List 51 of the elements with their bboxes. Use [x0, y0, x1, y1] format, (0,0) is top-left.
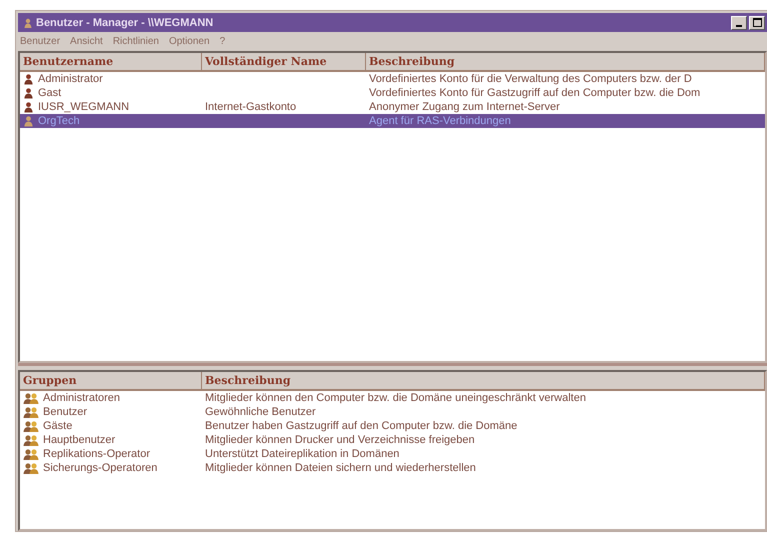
- group-icon: [23, 392, 39, 404]
- user-row[interactable]: Administrator Vordefiniertes Konto für die Verwaltung des Computers bzw. der D: [20, 72, 765, 86]
- group-description: Benutzer haben Gastzugriff auf den Computer bzw. die Domäne: [205, 420, 518, 432]
- group-description: Unterstützt Dateireplikation in Domänen: [205, 448, 400, 460]
- user-name: Administrator: [38, 73, 103, 85]
- group-name[interactable]: Gäste: [43, 420, 72, 432]
- group-description: Mitglieder können Dateien sichern und wiederherstellen: [205, 462, 476, 474]
- maximize-button[interactable]: [749, 16, 765, 30]
- user-row[interactable]: Gast Vordefiniertes Konto für Gastzugriff auf den Computer bzw. die Dom: [20, 86, 765, 100]
- menu-item[interactable]: ?: [220, 36, 226, 47]
- group-icon: [23, 434, 39, 446]
- user-row[interactable]: IUSR_WEGMANN Internet-Gastkonto Anonymer Zugang zum Internet-Server: [20, 100, 765, 114]
- group-name[interactable]: Benutzer: [43, 406, 88, 418]
- group-description: Mitglieder können Drucker und Verzeichnisse freigeben: [205, 434, 475, 446]
- user-name: Gast: [38, 87, 62, 99]
- group-description: Gewöhnliche Benutzer: [205, 406, 316, 418]
- user-description: Vordefiniertes Konto für Gastzugriff auf den Computer bzw. die Dom: [369, 87, 700, 99]
- minimize-icon: [736, 24, 742, 26]
- group-name[interactable]: Replikations-Operator: [43, 448, 150, 460]
- menu-item[interactable]: Benutzer: [20, 36, 60, 47]
- group-name[interactable]: Hauptbenutzer: [43, 434, 116, 446]
- user-icon: [23, 73, 34, 85]
- user-icon: [23, 115, 34, 127]
- column-header[interactable]: Beschreibung: [202, 372, 765, 389]
- group-description: Mitglieder können den Computer bzw. die Domäne uneingeschränkt verwalten: [205, 392, 586, 404]
- menu-item[interactable]: Optionen: [168, 36, 210, 47]
- column-header[interactable]: Vollständiger Name: [202, 53, 366, 70]
- user-name: IUSR_WEGMANN: [38, 101, 130, 113]
- column-header[interactable]: Benutzername: [20, 53, 202, 70]
- menu-item[interactable]: Richtlinien: [112, 36, 159, 47]
- column-header[interactable]: Gruppen: [20, 372, 202, 389]
- full-name: Internet-Gastkonto: [205, 101, 296, 113]
- window-title: Benutzer - Manager - \\WEGMANN: [36, 16, 214, 28]
- app-icon: [24, 18, 32, 28]
- menu-item[interactable]: Ansicht: [70, 36, 103, 47]
- group-name[interactable]: Administratoren: [43, 392, 120, 404]
- user-description: Agent für RAS-Verbindungen: [369, 115, 511, 127]
- user-description: Anonymer Zugang zum Internet-Server: [369, 101, 560, 113]
- group-icon: [23, 406, 39, 418]
- maximize-icon: [752, 18, 762, 27]
- user-icon: [23, 101, 34, 113]
- minimize-button[interactable]: [731, 16, 747, 30]
- user-name: OrgTech: [38, 115, 80, 127]
- group-icon: [23, 420, 39, 432]
- column-header[interactable]: Beschreibung: [366, 53, 765, 70]
- group-name[interactable]: Sicherungs-Operatoren: [43, 462, 158, 474]
- group-icon: [23, 462, 39, 474]
- user-icon: [23, 87, 34, 99]
- group-icon: [23, 448, 39, 460]
- user-description: Vordefiniertes Konto für die Verwaltung des Computers bzw. der D: [369, 73, 692, 85]
- user-row[interactable]: OrgTech Agent für RAS-Verbindungen: [20, 114, 765, 128]
